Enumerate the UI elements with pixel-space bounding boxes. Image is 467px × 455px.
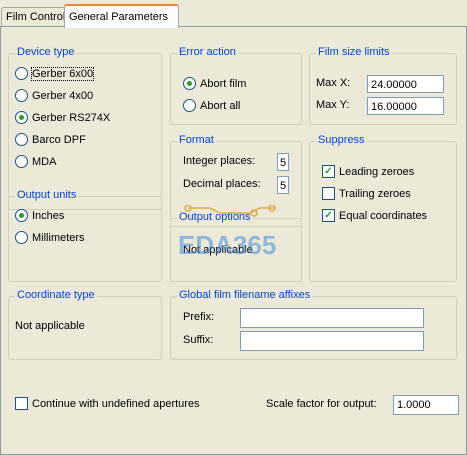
device-type-title: Device type	[15, 46, 77, 58]
suppress-group: Suppress ✓ Leading zeroes Trailing zeroes…	[309, 134, 457, 282]
film-size-limits-group: Film size limits Max X: 24.00000 Max Y: …	[309, 46, 457, 125]
max-x-label: Max X:	[316, 77, 351, 89]
checkbox-box[interactable]	[15, 396, 28, 410]
prefix-label: Prefix:	[183, 311, 215, 323]
radio-gerber-rs274x[interactable]: Gerber RS274X	[15, 110, 110, 126]
device-type-group: Device type Gerber 6x00 Gerber 4x00 Gerb…	[8, 46, 162, 210]
affixes-title: Global film filename affixes	[177, 289, 313, 301]
tab-strip: Film Control General Parameters	[0, 0, 467, 28]
tab-film-control[interactable]: Film Control	[1, 7, 70, 26]
affixes-group: Global film filename affixes Prefix: Suf…	[170, 289, 457, 360]
radio-label: Gerber 6x00	[30, 67, 95, 82]
integer-places-input[interactable]: 5	[277, 153, 289, 171]
max-y-label: Max Y:	[316, 99, 350, 111]
coordinate-type-group: Coordinate type Not applicable	[8, 289, 162, 360]
prefix-input[interactable]	[240, 308, 424, 328]
scale-factor-label: Scale factor for output:	[266, 398, 377, 410]
radio-label: Gerber 4x00	[32, 90, 94, 103]
integer-places-label: Integer places:	[183, 155, 256, 167]
checkbox-label: Continue with undefined apertures	[32, 398, 200, 411]
tab-general-parameters[interactable]: General Parameters	[64, 4, 179, 28]
radio-label: Inches	[32, 210, 65, 223]
watermark-text: EDA365	[178, 230, 277, 260]
checkbox-equal-coordinates[interactable]: ✓ Equal coordinates	[322, 208, 427, 224]
radio-label: MDA	[32, 156, 57, 169]
checkbox-trailing-zeroes[interactable]: Trailing zeroes	[322, 186, 411, 202]
radio-button[interactable]	[15, 154, 28, 168]
checkbox-label: Equal coordinates	[339, 210, 428, 223]
radio-abort-all[interactable]: Abort all	[183, 98, 240, 114]
max-x-input[interactable]: 24.00000	[367, 75, 444, 93]
output-units-title: Output units	[15, 189, 79, 201]
max-y-input[interactable]: 16.00000	[367, 97, 444, 115]
check-icon[interactable]: ✓	[322, 164, 335, 178]
radio-button[interactable]	[183, 76, 196, 90]
error-action-group: Error action Abort film Abort all	[170, 46, 302, 125]
radio-button[interactable]	[15, 230, 28, 244]
format-title: Format	[177, 134, 216, 146]
decimal-places-input[interactable]: 5	[277, 176, 289, 194]
coordinate-type-value: Not applicable	[15, 320, 85, 332]
radio-button[interactable]	[15, 132, 28, 146]
radio-label: Barco DPF	[32, 134, 86, 147]
radio-button[interactable]	[15, 88, 28, 102]
checkbox-box[interactable]	[322, 186, 335, 200]
radio-abort-film[interactable]: Abort film	[183, 76, 246, 92]
radio-label: Gerber RS274X	[32, 112, 111, 125]
radio-label: Abort film	[200, 78, 247, 91]
decimal-places-label: Decimal places:	[183, 178, 261, 190]
suffix-label: Suffix:	[183, 334, 214, 346]
suppress-title: Suppress	[316, 134, 367, 146]
radio-button[interactable]	[15, 208, 28, 222]
check-icon[interactable]: ✓	[322, 208, 335, 222]
radio-inches[interactable]: Inches	[15, 208, 64, 224]
radio-label: Abort all	[200, 100, 241, 113]
radio-gerber-4x00[interactable]: Gerber 4x00	[15, 88, 93, 104]
output-options-title: Output options	[177, 211, 253, 223]
coordinate-type-title: Coordinate type	[15, 289, 97, 301]
checkbox-label: Leading zeroes	[339, 166, 415, 179]
checkbox-label: Trailing zeroes	[339, 188, 411, 201]
radio-label: Millimeters	[32, 232, 85, 245]
radio-barco-dpf[interactable]: Barco DPF	[15, 132, 86, 148]
film-size-limits-title: Film size limits	[316, 46, 392, 58]
radio-millimeters[interactable]: Millimeters	[15, 230, 85, 246]
checkbox-continue-undefined-apertures[interactable]: Continue with undefined apertures	[15, 396, 200, 412]
radio-mda[interactable]: MDA	[15, 154, 56, 170]
radio-button[interactable]	[15, 66, 28, 80]
radio-button[interactable]	[183, 98, 196, 112]
suffix-input[interactable]	[240, 331, 424, 351]
radio-gerber-6x00[interactable]: Gerber 6x00	[15, 66, 95, 82]
checkbox-leading-zeroes[interactable]: ✓ Leading zeroes	[322, 164, 414, 180]
scale-factor-input[interactable]: 1.0000	[393, 395, 459, 415]
error-action-title: Error action	[177, 46, 238, 58]
output-units-group: Output units Inches Millimeters	[8, 189, 162, 282]
radio-button[interactable]	[15, 110, 28, 124]
